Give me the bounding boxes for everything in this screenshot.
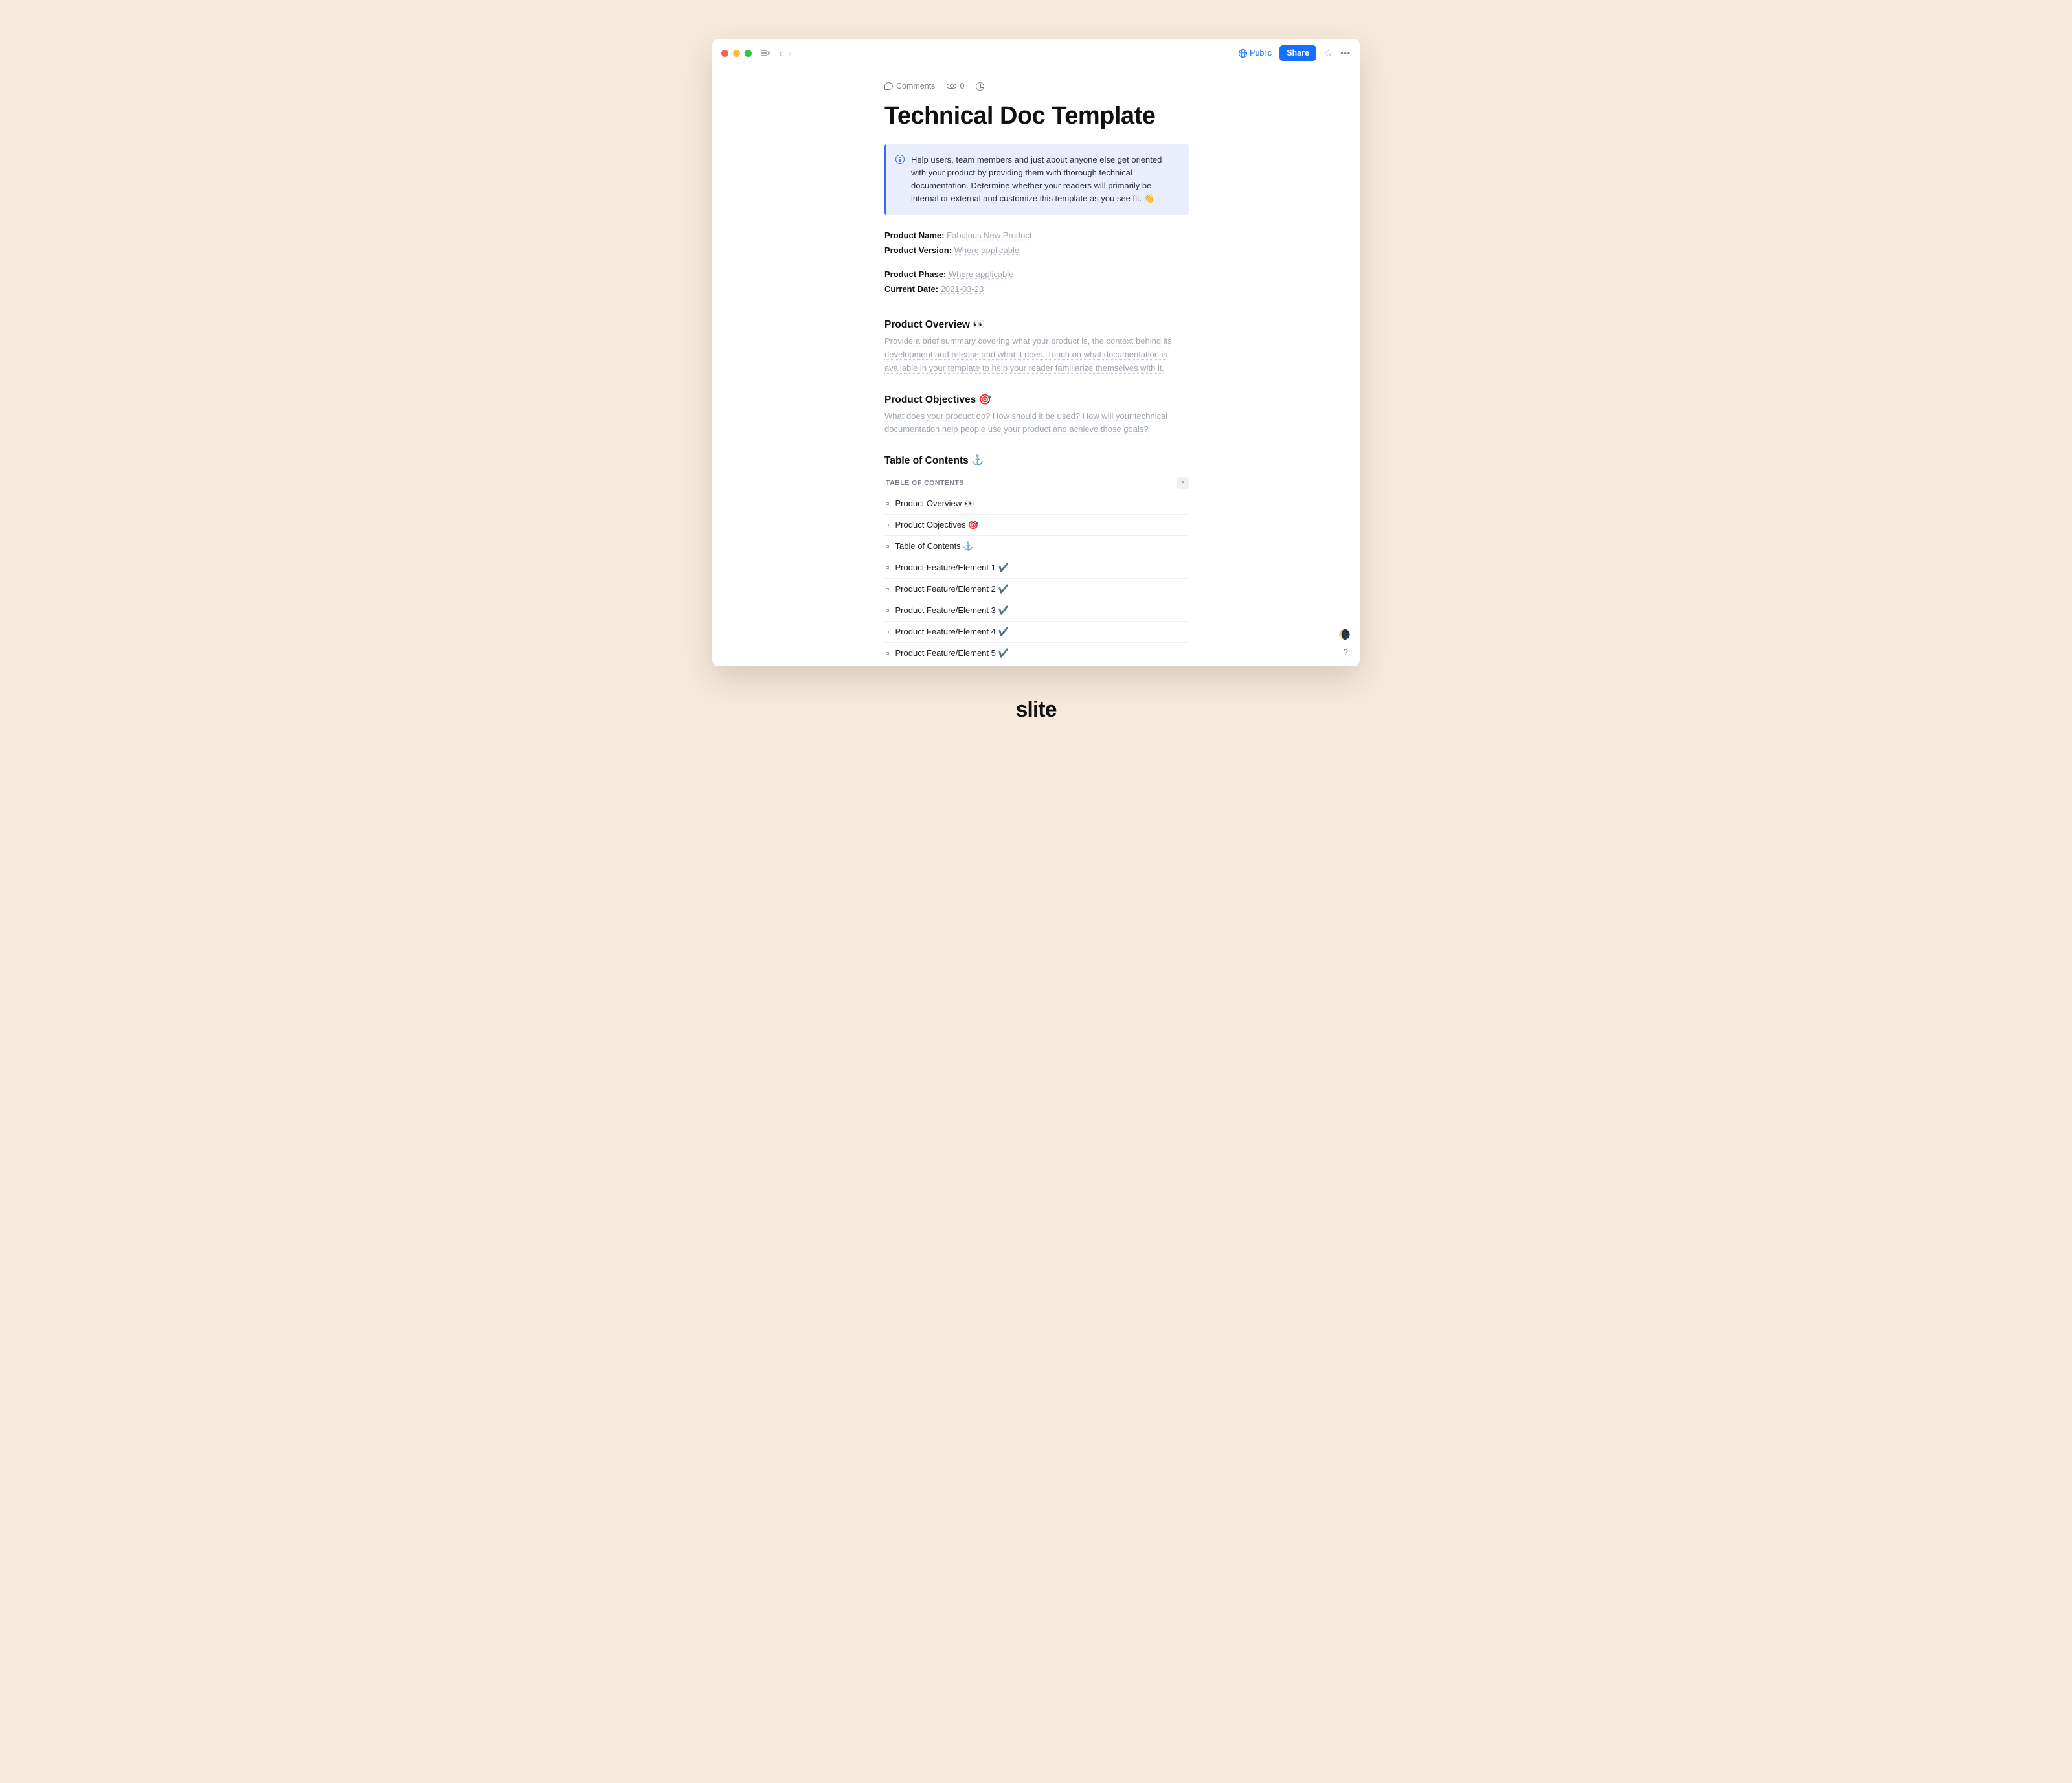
field-product-name: Product Name: Fabulous New Product: [884, 229, 1189, 242]
eye-icon: [947, 84, 956, 89]
public-chip[interactable]: Public: [1239, 49, 1272, 58]
bullet-icon: [886, 588, 889, 591]
nav-arrows: ‹ ›: [779, 48, 791, 58]
toc-item[interactable]: Product Feature/Element 4 ✔️: [884, 622, 1189, 643]
document-wrap: Comments 0 Technical Doc Template Help u…: [884, 82, 1189, 664]
maximize-window-icon[interactable]: [745, 50, 752, 57]
views-count: 0: [960, 82, 964, 91]
toc-item[interactable]: Table of Contents ⚓: [884, 536, 1189, 557]
doc-meta-row: Comments 0: [884, 82, 1189, 91]
field-label: Current Date:: [884, 284, 938, 294]
toc-header-label: TABLE OF CONTENTS: [886, 479, 964, 487]
app-window: ‹ › Public Share ☆ ••• Comments: [712, 39, 1360, 666]
brand-logo: slite: [1015, 697, 1056, 723]
field-label: Product Name:: [884, 230, 944, 240]
bullet-icon: [886, 652, 889, 655]
traffic-lights: [721, 50, 752, 57]
toc-header-row: TABLE OF CONTENTS ˄: [884, 473, 1189, 493]
more-menu-icon[interactable]: •••: [1340, 49, 1351, 58]
help-icon[interactable]: ?: [1343, 647, 1348, 657]
objectives-placeholder[interactable]: What does your product do? How should it…: [884, 410, 1189, 437]
document-content: Comments 0 Technical Doc Template Help u…: [712, 82, 1360, 664]
toc-item[interactable]: Product Feature/Element 2 ✔️: [884, 579, 1189, 600]
field-value[interactable]: 2021-03-23: [941, 284, 984, 294]
callout-text: Help users, team members and just about …: [911, 153, 1177, 206]
bullet-icon: [886, 524, 889, 527]
toggle-sidebar-icon[interactable]: [761, 49, 770, 57]
theme-toggle-icon[interactable]: 🌘: [1338, 629, 1351, 640]
spacer: [884, 259, 1189, 268]
section-overview: Product Overview 👀 Provide a brief summa…: [884, 319, 1189, 375]
bullet-icon: [886, 566, 889, 570]
toc-item-label: Table of Contents ⚓: [895, 541, 974, 552]
titlebar-right: Public Share ☆ •••: [1239, 45, 1351, 61]
bullet-icon: [886, 609, 889, 612]
public-label: Public: [1250, 49, 1272, 58]
field-product-phase: Product Phase: Where applicable: [884, 268, 1189, 281]
toc-item-label: Product Overview 👀: [895, 499, 974, 509]
toc-item-label: Product Feature/Element 5 ✔️: [895, 648, 1009, 658]
field-value[interactable]: Fabulous New Product: [947, 230, 1032, 240]
field-current-date: Current Date: 2021-03-23: [884, 283, 1189, 296]
toc-item-label: Product Objectives 🎯: [895, 520, 979, 530]
nav-forward-icon[interactable]: ›: [789, 48, 792, 58]
clock-icon: [976, 82, 984, 91]
page-title: Technical Doc Template: [884, 102, 1189, 130]
nav-back-icon[interactable]: ‹: [779, 48, 782, 58]
toc-item-label: Product Feature/Element 2 ✔️: [895, 584, 1009, 594]
toc-item[interactable]: Product Feature/Element 5 ✔️: [884, 643, 1189, 664]
bullet-icon: [886, 545, 889, 548]
comments-label: Comments: [896, 82, 935, 91]
toc-item[interactable]: Product Objectives 🎯: [884, 515, 1189, 536]
field-group-2: Product Phase: Where applicable Current …: [884, 268, 1189, 296]
overview-placeholder[interactable]: Provide a brief summary covering what yo…: [884, 335, 1189, 375]
field-product-version: Product Version: Where applicable: [884, 244, 1189, 257]
titlebar-left: ‹ ›: [721, 48, 791, 58]
close-window-icon[interactable]: [721, 50, 728, 57]
titlebar: ‹ › Public Share ☆ •••: [712, 39, 1360, 67]
favorite-star-icon[interactable]: ☆: [1324, 47, 1333, 59]
field-value[interactable]: Where applicable: [949, 269, 1013, 279]
toc-item[interactable]: Product Feature/Element 1 ✔️: [884, 557, 1189, 579]
section-title: Product Overview 👀: [884, 319, 1189, 331]
window-inner: ‹ › Public Share ☆ ••• Comments: [712, 39, 1360, 666]
field-group-1: Product Name: Fabulous New Product Produ…: [884, 229, 1189, 257]
history-button[interactable]: [976, 82, 984, 91]
toc-heading: Table of Contents ⚓: [884, 454, 1189, 467]
toc-item-label: Product Feature/Element 1 ✔️: [895, 563, 1009, 573]
field-value[interactable]: Where applicable: [954, 245, 1019, 255]
minimize-window-icon[interactable]: [733, 50, 740, 57]
bullet-icon: [886, 502, 889, 506]
bullet-icon: [886, 631, 889, 634]
globe-icon: [1239, 49, 1247, 58]
info-callout: Help users, team members and just about …: [884, 144, 1189, 215]
field-label: Product Version:: [884, 245, 952, 255]
toc-item[interactable]: Product Overview 👀: [884, 493, 1189, 515]
collapse-toc-icon[interactable]: ˄: [1177, 477, 1189, 489]
comments-button[interactable]: Comments: [884, 82, 935, 91]
toc-item-label: Product Feature/Element 3 ✔️: [895, 605, 1009, 616]
comment-icon: [884, 82, 893, 90]
views-indicator[interactable]: 0: [947, 82, 964, 91]
field-label: Product Phase:: [884, 269, 946, 279]
share-button[interactable]: Share: [1279, 45, 1316, 61]
toc-item-label: Product Feature/Element 4 ✔️: [895, 627, 1009, 637]
section-title: Product Objectives 🎯: [884, 394, 1189, 406]
info-icon: [895, 155, 905, 164]
toc-list: Product Overview 👀 Product Objectives 🎯 …: [884, 493, 1189, 664]
section-objectives: Product Objectives 🎯 What does your prod…: [884, 394, 1189, 437]
toc-item[interactable]: Product Feature/Element 3 ✔️: [884, 600, 1189, 622]
